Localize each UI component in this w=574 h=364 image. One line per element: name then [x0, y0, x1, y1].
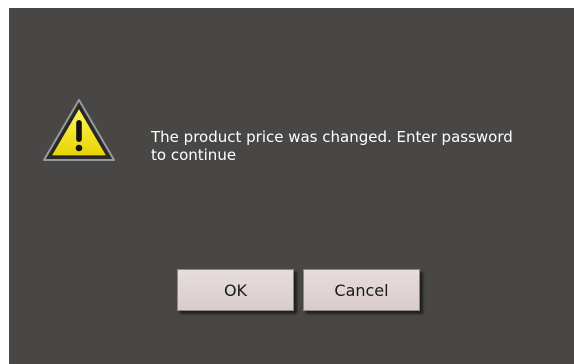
dialog-message: The product price was changed. Enter pas…	[151, 128, 513, 164]
warning-icon	[41, 96, 117, 164]
ok-button[interactable]: OK	[177, 269, 294, 311]
password-prompt-dialog: The product price was changed. Enter pas…	[9, 8, 574, 364]
cancel-button[interactable]: Cancel	[303, 269, 420, 311]
